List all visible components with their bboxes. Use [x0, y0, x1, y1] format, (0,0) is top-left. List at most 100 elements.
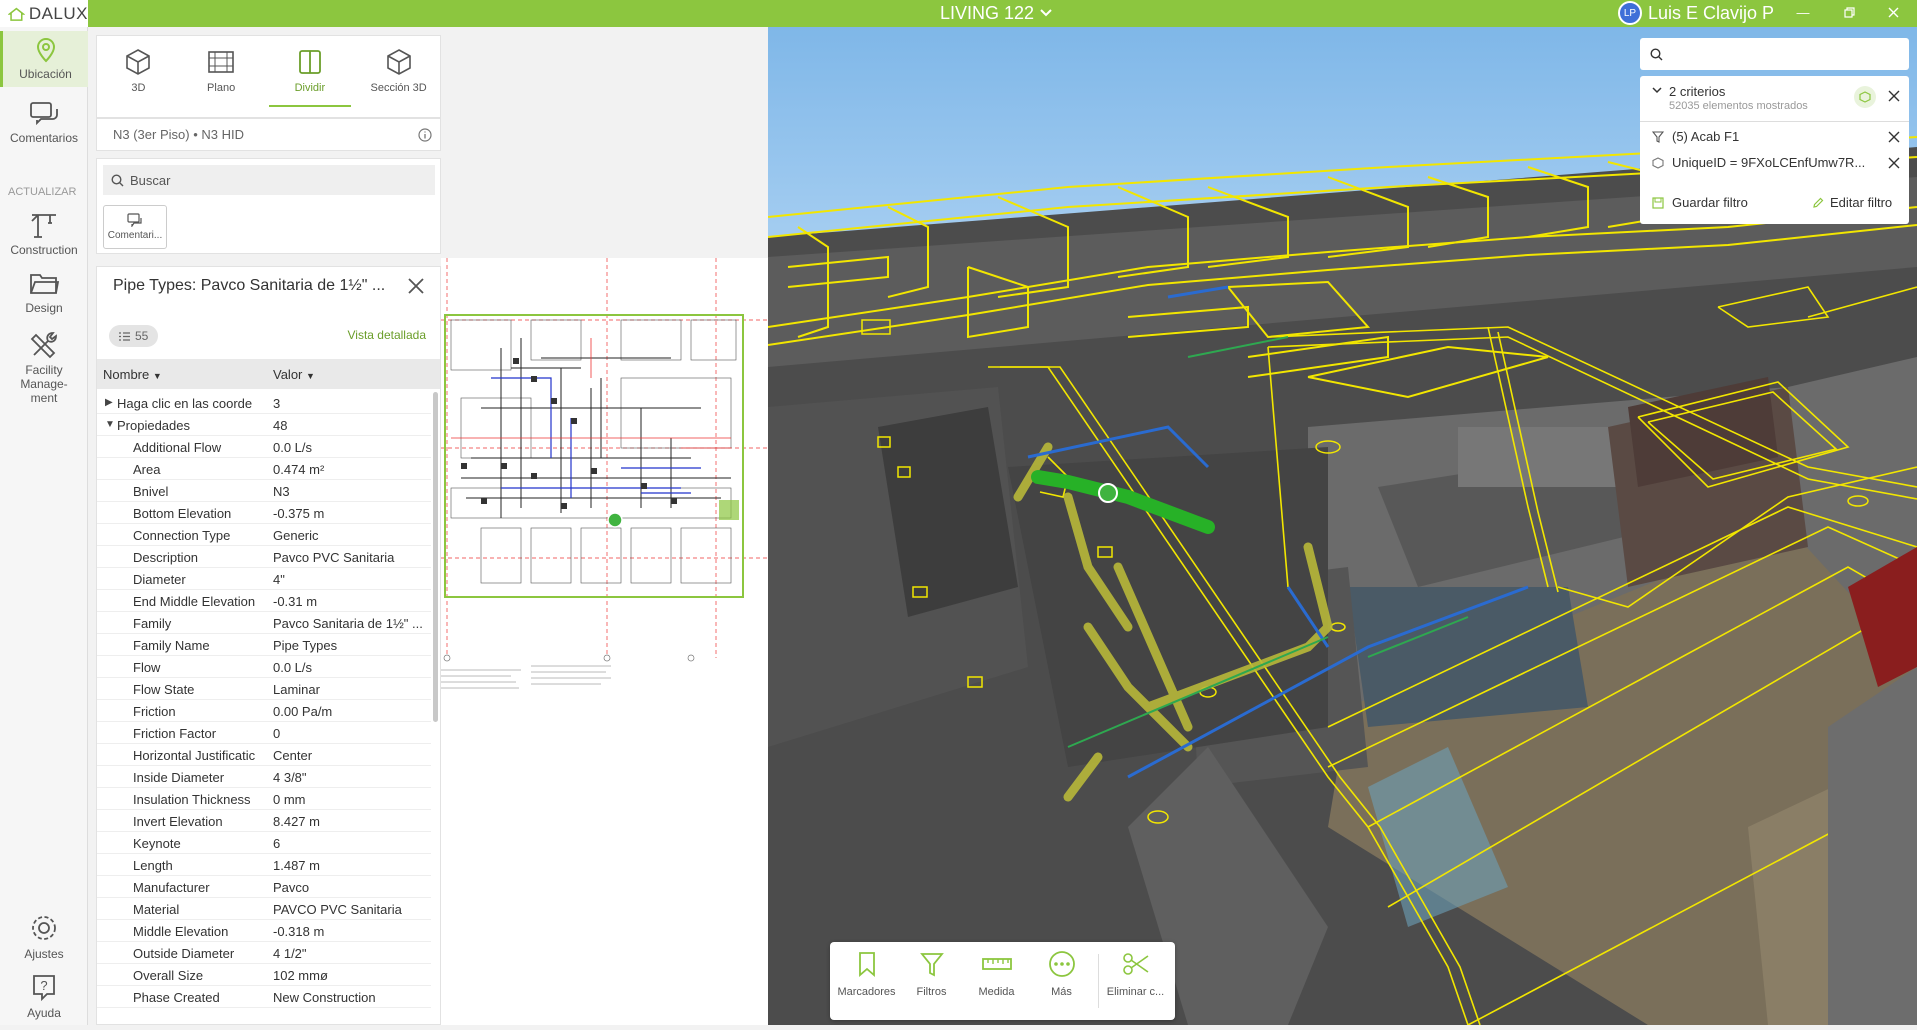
properties-table: ▶ Haga clic en las coorder 3 ▼ Propiedad… [97, 392, 431, 1008]
search-icon [111, 173, 124, 186]
table-row[interactable]: Manufacturer Pavco [97, 876, 431, 898]
nav-ubicacion[interactable]: Ubicación [0, 31, 88, 87]
close-properties-button[interactable] [407, 275, 425, 301]
property-value: 8.427 m [273, 814, 320, 829]
minimize-button[interactable]: — [1788, 0, 1818, 24]
close-icon [1888, 7, 1898, 17]
filter-item[interactable]: (5) Acab F1 [1640, 129, 1909, 151]
column-value-header[interactable]: Valor ▼ [273, 367, 315, 382]
filter-label: UniqueID = 9FXoLCEnfUmw7R... [1672, 155, 1866, 170]
table-row[interactable]: Flow State Laminar [97, 678, 431, 700]
remove-clipping-button[interactable]: Eliminar c... [1103, 950, 1168, 1012]
column-name-header[interactable]: Nombre ▼ [103, 367, 162, 382]
nav-comentarios[interactable]: Comentarios [0, 95, 88, 155]
table-row[interactable]: Inside Diameter 4 3/8" [97, 766, 431, 788]
group-row-properties[interactable]: ▼ Propiedades 48 [97, 414, 431, 436]
tab-plano[interactable]: Plano [180, 36, 263, 117]
property-name: Flow State [133, 682, 195, 697]
detailed-view-link[interactable]: Vista detallada [347, 328, 426, 342]
comments-filter-chip[interactable]: Comentari... [103, 205, 167, 249]
selected-pipe-marker[interactable] [607, 512, 623, 528]
table-row[interactable]: Family Name Pipe Types [97, 634, 431, 656]
criteria-subtitle: 52035 elementos mostrados [1669, 100, 1808, 112]
project-selector[interactable]: LIVING 122 [940, 1, 1052, 25]
gear-icon [32, 916, 56, 940]
level-location[interactable]: N3 (3er Piso) • N3 HID [96, 118, 441, 151]
table-row[interactable]: Diameter 4" [97, 568, 431, 590]
property-value: -0.318 m [273, 924, 325, 939]
bookmarks-button[interactable]: Marcadores [834, 950, 899, 1012]
table-row[interactable]: Invert Elevation 8.427 m [97, 810, 431, 832]
tab-dividir[interactable]: Dividir [268, 36, 352, 107]
property-count-badge[interactable]: 55 [109, 325, 159, 347]
close-icon[interactable] [1888, 131, 1900, 143]
property-name: Family Name [133, 638, 210, 653]
table-row[interactable]: Middle Elevation -0.318 m [97, 920, 431, 942]
table-row[interactable]: Flow 0.0 L/s [97, 656, 431, 678]
search-icon [1650, 47, 1663, 60]
table-row[interactable]: Horizontal Justificatic Center [97, 744, 431, 766]
toolbar-label: Más [1051, 986, 1072, 998]
filter-item[interactable]: UniqueID = 9FXoLCEnfUmw7R... [1640, 155, 1909, 177]
table-row[interactable]: Friction Factor 0 [97, 722, 431, 744]
nav-ayuda[interactable]: ? Ayuda [0, 972, 88, 1022]
house-logo-icon [8, 7, 25, 21]
table-row[interactable]: Insulation Thickness 0 mm [97, 788, 431, 810]
property-value: Pipe Types [273, 638, 338, 653]
nav-design[interactable]: Design [0, 269, 88, 325]
group-row-coordinates[interactable]: ▶ Haga clic en las coorder 3 [97, 392, 431, 414]
toolbar-label: Medida [978, 986, 1015, 998]
floor-plan-icon [208, 51, 234, 73]
filters-button[interactable]: Filtros [899, 950, 964, 1012]
table-row[interactable]: Material PAVCO PVC Sanitaria [97, 898, 431, 920]
properties-scrollbar[interactable] [433, 392, 438, 722]
table-row[interactable]: Phase Created New Construction [97, 986, 431, 1008]
nav-facility-management[interactable]: Facility Manage-ment [0, 329, 88, 409]
plan-view[interactable] [441, 238, 768, 1025]
property-name: End Middle Elevation [133, 594, 256, 609]
table-row[interactable]: Bottom Elevation -0.375 m [97, 502, 431, 524]
user-menu[interactable]: LP Luis E Clavijo P [1618, 1, 1774, 25]
model-search-input[interactable] [1640, 38, 1909, 70]
table-row[interactable]: Length 1.487 m [97, 854, 431, 876]
left-navigation: Ubicación Comentarios ACTUALIZAR Constru… [0, 27, 88, 1025]
isolate-cube-button[interactable] [1854, 86, 1876, 108]
edit-filter-button[interactable]: Editar filtro [1812, 195, 1892, 210]
nav-ajustes[interactable]: Ajustes [0, 913, 88, 963]
tab-3d[interactable]: 3D [97, 36, 180, 117]
property-name: Family [133, 616, 172, 631]
table-row[interactable]: Friction 0.00 Pa/m [97, 700, 431, 722]
table-row[interactable]: Bnivel N3 [97, 480, 431, 502]
tab-seccion-3d[interactable]: Sección 3D [357, 36, 440, 117]
maximize-button[interactable] [1834, 0, 1864, 24]
property-value: -0.375 m [273, 506, 325, 521]
nav-construction[interactable]: Construction [0, 209, 88, 261]
more-button[interactable]: Más [1029, 950, 1094, 1012]
table-row[interactable]: Family Pavco Sanitaria de 1½" ... [97, 612, 431, 634]
viewer-toolbar: Marcadores Filtros Medida Más Eliminar c… [830, 942, 1175, 1020]
dalux-logo: DALUX [0, 0, 88, 27]
table-row[interactable]: Additional Flow 0.0 L/s [97, 436, 431, 458]
selection-handle[interactable] [1098, 483, 1118, 503]
table-row[interactable]: Keynote 6 [97, 832, 431, 854]
table-row[interactable]: Overall Size 102 mmø [97, 964, 431, 986]
property-name: Description [133, 550, 199, 565]
toolbar-label: Filtros [916, 986, 947, 998]
property-value: Pavco [273, 880, 310, 895]
close-icon[interactable] [1888, 90, 1900, 102]
floor-plan-drawing [441, 238, 768, 689]
table-row[interactable]: Outside Diameter 4 1/2" [97, 942, 431, 964]
table-row[interactable]: End Middle Elevation -0.31 m [97, 590, 431, 612]
close-icon[interactable] [1888, 157, 1900, 169]
table-row[interactable]: Description Pavco PVC Sanitaria [97, 546, 431, 568]
search-input[interactable]: Buscar [103, 165, 435, 195]
info-icon[interactable] [418, 127, 432, 142]
table-row[interactable]: Connection Type Generic [97, 524, 431, 546]
measure-button[interactable]: Medida [964, 950, 1029, 1012]
column-label: Valor [273, 367, 303, 382]
close-window-button[interactable] [1878, 0, 1908, 24]
table-row[interactable]: Area 0.474 m² [97, 458, 431, 480]
property-name: Friction [133, 704, 176, 719]
property-value: 0.0 L/s [273, 440, 313, 455]
save-filter-button[interactable]: Guardar filtro [1652, 195, 1748, 210]
